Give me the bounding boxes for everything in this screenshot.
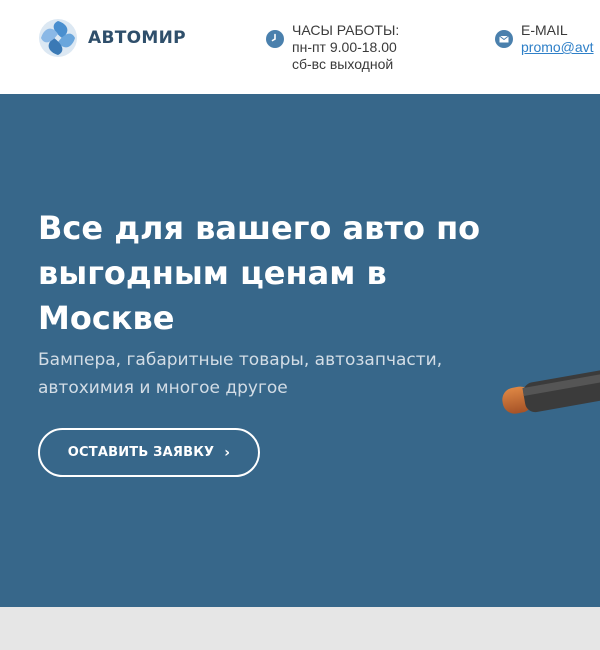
brand-name: АВТОМИР	[88, 28, 186, 48]
hero-section: Все для вашего авто по выгодным ценам в …	[0, 94, 600, 607]
hours-weekend: сб-вс выходной	[292, 56, 394, 72]
hours-weekdays: пн-пт 9.00-18.00	[292, 39, 397, 55]
lower-section	[0, 607, 600, 650]
email-link[interactable]: promo@avt	[521, 39, 594, 55]
mail-icon	[495, 30, 513, 48]
hero-title: Все для вашего авто по выгодным ценам в …	[38, 209, 481, 337]
product-image	[502, 370, 600, 414]
cta-label: ОСТАВИТЬ ЗАЯВКУ	[67, 445, 215, 460]
working-hours: ЧАСЫ РАБОТЫ: пн-пт 9.00-18.00 сб-вс выхо…	[266, 22, 399, 73]
logo-icon	[39, 19, 77, 57]
clock-icon	[266, 30, 284, 48]
chevron-right-icon: ›	[224, 444, 231, 461]
hours-title: ЧАСЫ РАБОТЫ:	[292, 22, 400, 38]
email-contact: E-MAIL promo@avt	[495, 22, 594, 56]
logo[interactable]: АВТОМИР	[38, 18, 186, 58]
hero-subtitle: Бампера, габаритные товары, автозапчасти…	[38, 350, 443, 398]
email-title: E-MAIL	[521, 22, 568, 38]
site-header: АВТОМИР ЧАСЫ РАБОТЫ: пн-пт 9.00-18.00 сб…	[0, 0, 600, 94]
submit-request-button[interactable]: ОСТАВИТЬ ЗАЯВКУ ›	[38, 428, 260, 477]
